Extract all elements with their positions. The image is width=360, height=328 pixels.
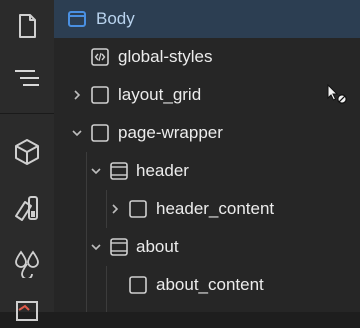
- tree-item-layout-grid[interactable]: layout_grid: [54, 76, 360, 114]
- tree-item-about[interactable]: about: [54, 228, 360, 266]
- tree-item-label: global-styles: [118, 47, 213, 66]
- div-block-icon: [91, 86, 109, 104]
- page-icon[interactable]: [11, 10, 43, 42]
- chevron-down-icon[interactable]: [70, 126, 84, 140]
- tree-item-label: page-wrapper: [118, 123, 223, 142]
- tree-item-header[interactable]: header: [54, 152, 360, 190]
- tree-item-page-wrapper[interactable]: page-wrapper: [54, 114, 360, 152]
- chevron-down-icon[interactable]: [89, 240, 103, 254]
- rail-divider: [0, 113, 54, 114]
- tree-item-label: Body: [96, 9, 135, 28]
- chevron-right-icon[interactable]: [108, 202, 122, 216]
- div-block-icon: [91, 124, 109, 142]
- chevron-down-icon[interactable]: [89, 164, 103, 178]
- chevron-right-icon[interactable]: [70, 88, 84, 102]
- div-block-icon: [129, 200, 147, 218]
- tree-item-body[interactable]: Body: [54, 0, 360, 38]
- tree-item-global-styles[interactable]: global-styles: [54, 38, 360, 76]
- style-manager-icon[interactable]: [11, 192, 43, 224]
- section-icon: [110, 238, 128, 256]
- tree-item-label: about_content: [156, 275, 264, 294]
- code-embed-icon: [91, 48, 109, 66]
- tree-item-label: about: [136, 237, 179, 256]
- navigator-icon[interactable]: [11, 62, 43, 94]
- components-icon[interactable]: [11, 136, 43, 168]
- section-icon: [110, 162, 128, 180]
- div-block-icon: [129, 276, 147, 294]
- tree-item-label: header: [136, 161, 189, 180]
- tree-item-label: header_content: [156, 199, 275, 218]
- tree-item-about-content[interactable]: about_content: [54, 266, 360, 304]
- body-frame-icon: [68, 10, 86, 28]
- left-icon-rail: [0, 0, 54, 321]
- assets-icon[interactable]: [11, 296, 43, 328]
- not-allowed-cursor-icon: [326, 83, 348, 106]
- color-swatches-icon[interactable]: [11, 246, 43, 278]
- tree-item-header-content[interactable]: header_content: [54, 190, 360, 228]
- tree-item-label: layout_grid: [118, 85, 202, 104]
- navigator-panel: Body global-styles layout_grid page-wrap…: [54, 0, 360, 312]
